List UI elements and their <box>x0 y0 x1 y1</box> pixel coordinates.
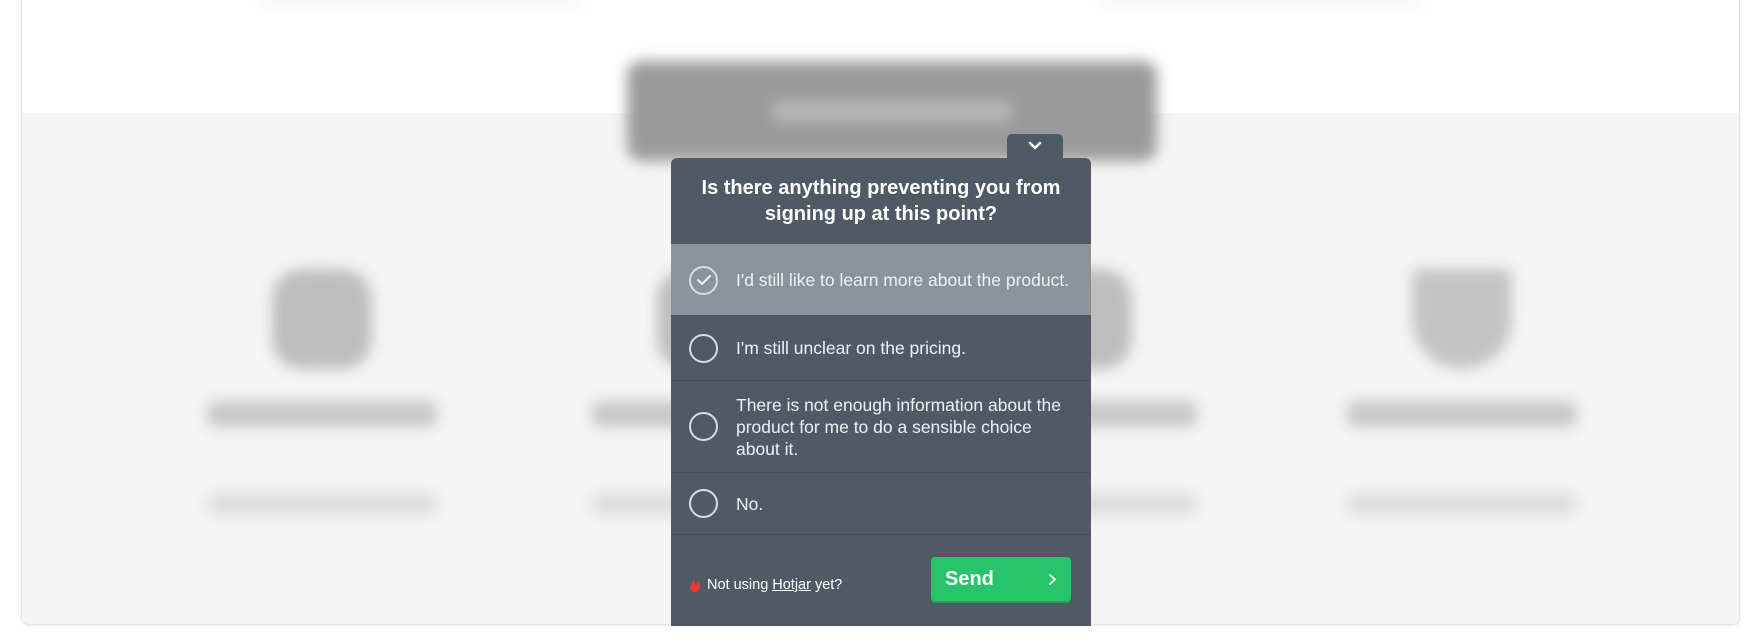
blurred-feature <box>1332 269 1592 529</box>
hotjar-logo-icon <box>689 578 701 592</box>
hotjar-link[interactable]: Hotjar <box>772 577 811 593</box>
blurred-feature-icon <box>1412 269 1512 369</box>
survey-option[interactable]: There is not enough information about th… <box>671 380 1091 472</box>
survey-option-label: There is not enough information about th… <box>736 394 1061 459</box>
chevron-right-icon <box>1049 573 1056 585</box>
radio-unchecked[interactable] <box>689 333 718 363</box>
survey-option-label: No. <box>736 493 764 514</box>
blurred-cta-text <box>772 101 1012 121</box>
collapse-widget-button[interactable] <box>1007 134 1063 158</box>
survey-option[interactable]: I'd still like to learn more about the p… <box>671 244 1091 315</box>
blurred-feature-title <box>1347 401 1577 427</box>
radio-unchecked[interactable] <box>689 412 718 441</box>
survey-option[interactable]: I'm still unclear on the pricing. <box>671 315 1091 380</box>
blurred-feature-text <box>207 493 437 515</box>
blurred-feature-title <box>207 401 437 427</box>
survey-option[interactable]: No. <box>671 472 1091 534</box>
check-icon <box>696 275 711 285</box>
promo-suffix: yet? <box>814 577 843 593</box>
blurred-feature-text <box>1347 493 1577 515</box>
survey-question: Is there anything preventing you from si… <box>701 177 1061 225</box>
send-label: Send <box>945 567 994 590</box>
promo-prefix: Not using <box>707 577 769 593</box>
hotjar-promo: Not using Hotjar yet? <box>689 577 842 593</box>
blurred-feature-icon <box>272 269 372 369</box>
survey-widget: Is there anything preventing you from si… <box>671 134 1091 626</box>
blurred-feature <box>192 269 452 529</box>
radio-unchecked[interactable] <box>689 489 718 518</box>
blurred-cta-button <box>627 61 1157 161</box>
radio-checked[interactable] <box>689 265 718 295</box>
survey-footer: Not using Hotjar yet? Send <box>671 534 1091 626</box>
blurred-line <box>1102 0 1422 3</box>
survey-option-label: I'd still like to learn more about the p… <box>736 270 1070 290</box>
chevron-down-icon <box>1028 141 1042 150</box>
send-button[interactable]: Send <box>931 557 1071 601</box>
survey-options: I'd still like to learn more about the p… <box>671 244 1091 534</box>
blurred-line <box>262 0 582 3</box>
survey-option-label: I'm still unclear on the pricing. <box>736 338 966 358</box>
